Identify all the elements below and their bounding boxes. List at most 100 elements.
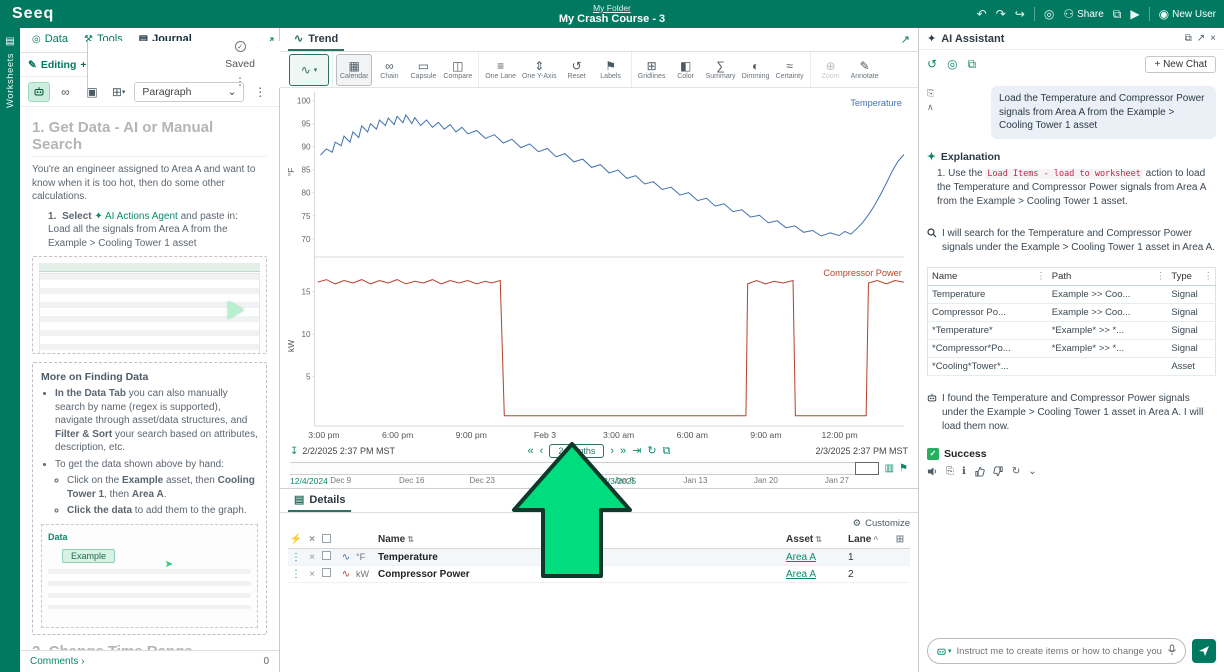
expand-ai-icon[interactable]: ↗ bbox=[1197, 33, 1205, 44]
journal-screenshot-thumbnail-1[interactable] bbox=[32, 256, 267, 354]
column-menu-icon[interactable]: ⋮ bbox=[1204, 271, 1214, 282]
row-checkbox[interactable] bbox=[322, 568, 331, 577]
one-lane-button[interactable]: ≡One Lane bbox=[482, 54, 519, 86]
timeline-monitor-icon[interactable]: ▥ bbox=[885, 463, 894, 474]
column-menu-icon[interactable]: ⋮ bbox=[1036, 271, 1046, 282]
close-ai-icon[interactable]: × bbox=[1210, 33, 1216, 44]
zoom-button[interactable]: ⊕Zoom bbox=[814, 54, 848, 86]
remove-item-icon[interactable]: × bbox=[304, 569, 320, 580]
certainty-button[interactable]: ≈Certainty bbox=[773, 54, 807, 86]
color-button[interactable]: ◧Color bbox=[669, 54, 703, 86]
present-icon[interactable]: ▶ bbox=[1130, 8, 1139, 20]
remove-all-icon[interactable]: × bbox=[304, 534, 320, 545]
name-column-header[interactable]: Name⇅ bbox=[378, 534, 786, 545]
capsule-button[interactable]: ▭Capsule bbox=[406, 54, 440, 86]
calendar-button[interactable]: ▦Calendar bbox=[336, 54, 372, 86]
lane-column-header[interactable]: Lane^ bbox=[848, 534, 890, 545]
comments-link[interactable]: Comments › bbox=[30, 656, 84, 667]
attach-link-icon[interactable]: ∞ bbox=[55, 82, 77, 102]
mic-icon[interactable] bbox=[1167, 644, 1177, 659]
read-aloud-icon[interactable] bbox=[927, 466, 938, 477]
one-y-axis-button[interactable]: ⇕One Y-Axis bbox=[519, 54, 560, 86]
dimming-button[interactable]: ◐Dimming bbox=[739, 54, 773, 86]
annotate-icon: ✎ bbox=[860, 60, 870, 72]
chat-history-icon[interactable]: ↺ bbox=[927, 57, 937, 71]
ai-prompt-input[interactable] bbox=[957, 646, 1162, 657]
share-button[interactable]: ⚇ Share bbox=[1063, 8, 1103, 20]
locate-icon[interactable]: ◎ bbox=[1044, 8, 1054, 20]
thumbs-down-icon[interactable] bbox=[993, 466, 1004, 477]
copy-response-icon[interactable]: ⎘ bbox=[946, 466, 954, 477]
annotate-button[interactable]: ✎Annotate bbox=[848, 54, 882, 86]
expand-trend-icon[interactable]: ↗ bbox=[901, 33, 910, 46]
asset-link[interactable]: Area A bbox=[786, 552, 816, 563]
collapse-message-icon[interactable]: ∧ bbox=[927, 102, 934, 113]
summary-button[interactable]: ∑Summary bbox=[703, 54, 739, 86]
row-checkbox[interactable] bbox=[322, 551, 331, 560]
new-chat-button[interactable]: + New Chat bbox=[1145, 56, 1216, 73]
row-menu-icon[interactable]: ⋮ bbox=[288, 552, 304, 563]
asset-tree-icon[interactable]: ⊞ bbox=[890, 534, 910, 545]
agent-select-icon[interactable]: ▾ bbox=[936, 646, 952, 657]
compare-button[interactable]: ◫Compare bbox=[440, 54, 475, 86]
step-to-end-icon[interactable]: ⇥ bbox=[632, 446, 641, 457]
row-name[interactable]: Temperature bbox=[378, 552, 786, 563]
journal-screenshot-thumbnail-2[interactable]: Data Example ➤ bbox=[41, 524, 258, 628]
redo-icon[interactable]: ↷ bbox=[996, 8, 1006, 20]
user-menu[interactable]: ◉ New User bbox=[1159, 8, 1216, 20]
forward-icon[interactable]: ↪ bbox=[1015, 8, 1025, 20]
breadcrumb-folder-link[interactable]: My Folder bbox=[593, 3, 631, 13]
timeline-flag-icon[interactable]: ⚑ bbox=[899, 463, 908, 474]
reset-button[interactable]: ↺Reset bbox=[560, 54, 594, 86]
timeline-selection[interactable] bbox=[855, 462, 879, 475]
step-back-fast-icon[interactable]: « bbox=[528, 446, 534, 457]
asset-column-header[interactable]: Asset⇅ bbox=[786, 534, 848, 545]
details-row[interactable]: ⋮×∿kWCompressor PowerArea A2 bbox=[288, 566, 910, 583]
paragraph-style-select[interactable]: Paragraph ⌄ bbox=[134, 82, 244, 102]
insert-table-icon[interactable]: ⊞▾ bbox=[108, 82, 130, 102]
copy-message-icon[interactable]: ⎘ bbox=[927, 88, 934, 99]
timeline-bar[interactable] bbox=[290, 462, 879, 475]
select-all-checkbox[interactable] bbox=[322, 534, 331, 543]
send-button[interactable] bbox=[1192, 639, 1216, 663]
customize-button[interactable]: ⚙ Customize bbox=[288, 515, 910, 531]
plug-icon[interactable]: ⚡ bbox=[288, 534, 304, 545]
share-chat-icon[interactable]: ⧉ bbox=[968, 57, 977, 72]
gridlines-button[interactable]: ⊞Gridlines bbox=[635, 54, 669, 86]
ai-actions-agent-link[interactable]: ✦ AI Actions Agent bbox=[94, 211, 177, 222]
more-chevron-icon[interactable]: ⌄ bbox=[1028, 466, 1036, 477]
tab-data[interactable]: ◎ Data bbox=[24, 28, 76, 52]
range-download-icon[interactable]: ↧ bbox=[290, 446, 298, 457]
remove-item-icon[interactable]: × bbox=[304, 552, 320, 563]
ai-assist-button[interactable] bbox=[28, 82, 50, 102]
tab-trend[interactable]: ∿ Trend bbox=[288, 28, 344, 51]
row-menu-icon[interactable]: ⋮ bbox=[288, 569, 304, 580]
view-prompts-icon[interactable]: ◎ bbox=[947, 57, 957, 71]
details-row[interactable]: ⋮×∿°FTemperatureArea A1 bbox=[288, 549, 910, 566]
thumbs-up-icon[interactable] bbox=[974, 466, 985, 477]
duration-button[interactable]: 2 months bbox=[549, 444, 604, 458]
undo-icon[interactable]: ↶ bbox=[977, 8, 987, 20]
labels-button[interactable]: ⚑Labels bbox=[594, 54, 628, 86]
column-menu-icon[interactable]: ⋮ bbox=[1156, 271, 1166, 282]
step-forward-icon[interactable]: › bbox=[610, 446, 614, 457]
step-back-icon[interactable]: ‹ bbox=[540, 446, 544, 457]
regenerate-icon[interactable]: ↻ bbox=[1012, 466, 1020, 477]
editing-mode[interactable]: ✎ Editing + bbox=[28, 59, 87, 71]
open-in-new-icon[interactable]: ⧉ bbox=[1185, 33, 1192, 44]
refresh-range-icon[interactable]: ↻ bbox=[647, 446, 656, 457]
asset-link[interactable]: Area A bbox=[786, 569, 816, 580]
screens-icon[interactable]: ⧉ bbox=[1113, 8, 1122, 20]
worksheets-strip[interactable]: ▤ Worksheets bbox=[0, 28, 20, 672]
insert-image-icon[interactable]: ▣ bbox=[81, 82, 103, 102]
tab-details[interactable]: ▤ Details bbox=[288, 489, 351, 512]
chain-button[interactable]: ∞Chain bbox=[372, 54, 406, 86]
step-forward-fast-icon[interactable]: » bbox=[620, 446, 626, 457]
chain-view-icon[interactable]: ⧉ bbox=[663, 446, 671, 457]
row-name[interactable]: Compressor Power bbox=[378, 569, 786, 580]
trend-chart[interactable]: 100959085807570°FTemperature15105kWCompr… bbox=[280, 88, 918, 442]
ai-input-box[interactable]: ▾ bbox=[927, 638, 1186, 664]
chart-type-button[interactable]: ∿▾ bbox=[289, 54, 329, 86]
format-overflow-icon[interactable]: ⋮ bbox=[249, 82, 271, 102]
info-icon[interactable]: ℹ bbox=[962, 466, 966, 477]
